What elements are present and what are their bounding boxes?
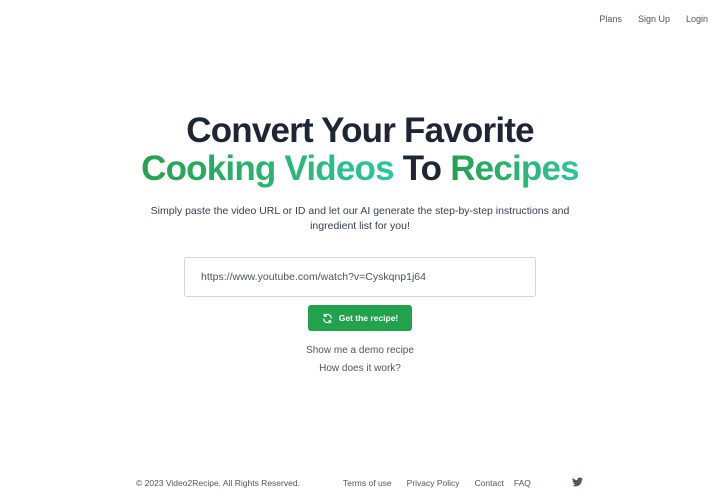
footer-links: Terms of use Privacy Policy Contact FAQ bbox=[343, 478, 531, 488]
headline-green-text-2: Recipes bbox=[450, 149, 579, 188]
footer-privacy-link[interactable]: Privacy Policy bbox=[407, 478, 460, 488]
get-recipe-button[interactable]: Get the recipe! bbox=[307, 305, 413, 331]
how-it-works-link[interactable]: How does it work? bbox=[319, 363, 401, 374]
nav-plans-link[interactable]: Plans bbox=[599, 14, 622, 24]
nav-signup-link[interactable]: Sign Up bbox=[638, 14, 670, 24]
headline-dark-text: To bbox=[402, 149, 442, 188]
footer-terms-link[interactable]: Terms of use bbox=[343, 478, 392, 488]
demo-link-row: Show me a demo recipe bbox=[0, 345, 720, 356]
footer-copyright: © 2023 Video2Recipe. All Rights Reserved… bbox=[136, 478, 300, 488]
how-link-row: How does it work? bbox=[0, 363, 720, 374]
nav-login-link[interactable]: Login bbox=[686, 14, 708, 24]
demo-recipe-link[interactable]: Show me a demo recipe bbox=[306, 345, 414, 356]
footer-contact-link[interactable]: Contact bbox=[475, 478, 504, 488]
page: Plans Sign Up Login Convert Your Favorit… bbox=[0, 0, 720, 500]
headline-green-text-1: Cooking Videos bbox=[141, 149, 394, 188]
get-recipe-button-label: Get the recipe! bbox=[338, 313, 399, 323]
footer: © 2023 Video2Recipe. All Rights Reserved… bbox=[0, 477, 720, 491]
headline-line-2: Cooking Videos To Recipes bbox=[0, 150, 720, 188]
hero-subtitle: Simply paste the video URL or ID and let… bbox=[150, 205, 570, 232]
twitter-icon[interactable] bbox=[572, 477, 583, 489]
hero-section: Convert Your Favorite Cooking Videos To … bbox=[0, 112, 720, 375]
headline: Convert Your Favorite Cooking Videos To … bbox=[0, 112, 720, 188]
headline-line-1: Convert Your Favorite bbox=[186, 111, 534, 150]
top-nav: Plans Sign Up Login bbox=[599, 14, 708, 24]
video-url-input[interactable] bbox=[184, 257, 536, 297]
footer-faq-link[interactable]: FAQ bbox=[514, 478, 531, 488]
refresh-icon bbox=[322, 313, 333, 324]
